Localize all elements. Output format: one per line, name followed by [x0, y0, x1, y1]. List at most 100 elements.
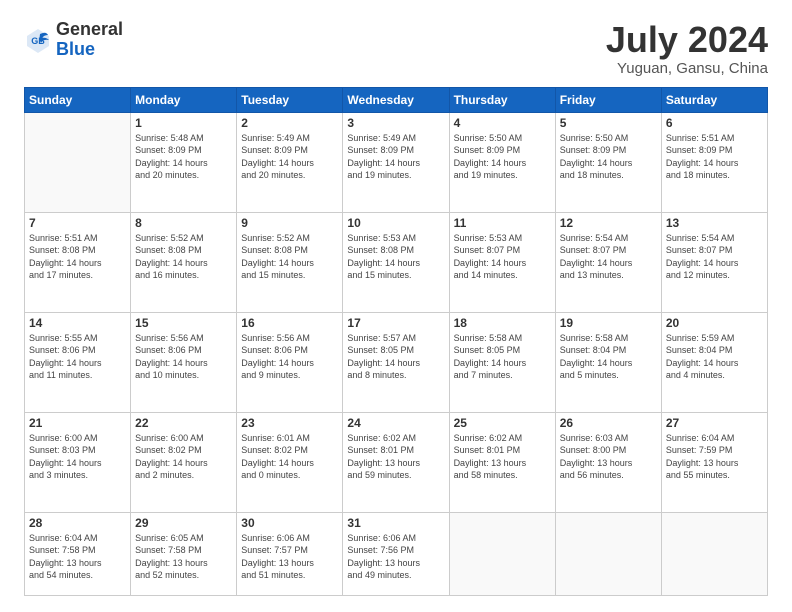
week-row-4: 28 Sunrise: 6:04 AM Sunset: 7:58 PM Dayli…: [25, 512, 768, 595]
cell-3-6: 27 Sunrise: 6:04 AM Sunset: 7:59 PM Dayli…: [661, 412, 767, 512]
day-info: Sunrise: 5:52 AM Sunset: 8:08 PM Dayligh…: [135, 232, 232, 282]
cell-0-5: 5 Sunrise: 5:50 AM Sunset: 8:09 PM Daylig…: [555, 112, 661, 212]
day-number: 18: [454, 316, 551, 330]
day-info: Sunrise: 6:00 AM Sunset: 8:03 PM Dayligh…: [29, 432, 126, 482]
day-number: 19: [560, 316, 657, 330]
cell-1-0: 7Sunrise: 5:51 AM Sunset: 8:08 PM Daylig…: [25, 212, 131, 312]
cell-3-3: 24Sunrise: 6:02 AM Sunset: 8:01 PM Dayli…: [343, 412, 449, 512]
day-info: Sunrise: 5:50 AM Sunset: 8:09 PM Dayligh…: [560, 132, 657, 182]
day-info: Sunrise: 6:01 AM Sunset: 8:02 PM Dayligh…: [241, 432, 338, 482]
cell-0-2: 2 Sunrise: 5:49 AM Sunset: 8:09 PM Daylig…: [237, 112, 343, 212]
cell-2-4: 18Sunrise: 5:58 AM Sunset: 8:05 PM Dayli…: [449, 312, 555, 412]
day-number: 16: [241, 316, 338, 330]
logo-general-text: General: [56, 19, 123, 39]
cell-1-5: 12 Sunrise: 5:54 AM Sunset: 8:07 PM Dayli…: [555, 212, 661, 312]
day-number: 12: [560, 216, 657, 230]
col-sunday: Sunday: [25, 87, 131, 112]
cell-3-1: 22Sunrise: 6:00 AM Sunset: 8:02 PM Dayli…: [131, 412, 237, 512]
day-info: Sunrise: 5:55 AM Sunset: 8:06 PM Dayligh…: [29, 332, 126, 382]
day-info: Sunrise: 5:59 AM Sunset: 8:04 PM Dayligh…: [666, 332, 763, 382]
svg-text:GB: GB: [31, 36, 45, 46]
week-row-0: 1 Sunrise: 5:48 AM Sunset: 8:09 PM Daylig…: [25, 112, 768, 212]
cell-4-6: [661, 512, 767, 595]
cell-0-4: 4Sunrise: 5:50 AM Sunset: 8:09 PM Daylig…: [449, 112, 555, 212]
day-number: 15: [135, 316, 232, 330]
day-number: 31: [347, 516, 444, 530]
col-monday: Monday: [131, 87, 237, 112]
day-number: 5: [560, 116, 657, 130]
day-number: 14: [29, 316, 126, 330]
logo-blue-text: Blue: [56, 39, 95, 59]
day-number: 23: [241, 416, 338, 430]
cell-0-0: [25, 112, 131, 212]
day-info: Sunrise: 6:03 AM Sunset: 8:00 PM Dayligh…: [560, 432, 657, 482]
week-row-2: 14 Sunrise: 5:55 AM Sunset: 8:06 PM Dayli…: [25, 312, 768, 412]
cell-0-3: 3 Sunrise: 5:49 AM Sunset: 8:09 PM Daylig…: [343, 112, 449, 212]
day-info: Sunrise: 6:06 AM Sunset: 7:57 PM Dayligh…: [241, 532, 338, 582]
logo-text: General Blue: [56, 20, 123, 60]
cell-4-5: [555, 512, 661, 595]
day-number: 3: [347, 116, 444, 130]
col-tuesday: Tuesday: [237, 87, 343, 112]
page: GB General Blue July 2024 Yuguan, Gansu,…: [0, 0, 792, 612]
day-number: 2: [241, 116, 338, 130]
col-thursday: Thursday: [449, 87, 555, 112]
day-number: 11: [454, 216, 551, 230]
day-number: 7: [29, 216, 126, 230]
day-info: Sunrise: 5:53 AM Sunset: 8:07 PM Dayligh…: [454, 232, 551, 282]
day-number: 1: [135, 116, 232, 130]
cell-2-3: 17Sunrise: 5:57 AM Sunset: 8:05 PM Dayli…: [343, 312, 449, 412]
cell-1-3: 10Sunrise: 5:53 AM Sunset: 8:08 PM Dayli…: [343, 212, 449, 312]
day-number: 6: [666, 116, 763, 130]
day-number: 13: [666, 216, 763, 230]
week-row-1: 7Sunrise: 5:51 AM Sunset: 8:08 PM Daylig…: [25, 212, 768, 312]
cell-1-6: 13Sunrise: 5:54 AM Sunset: 8:07 PM Dayli…: [661, 212, 767, 312]
day-number: 21: [29, 416, 126, 430]
cell-1-1: 8 Sunrise: 5:52 AM Sunset: 8:08 PM Daylig…: [131, 212, 237, 312]
day-number: 24: [347, 416, 444, 430]
cell-0-6: 6Sunrise: 5:51 AM Sunset: 8:09 PM Daylig…: [661, 112, 767, 212]
cell-2-5: 19Sunrise: 5:58 AM Sunset: 8:04 PM Dayli…: [555, 312, 661, 412]
day-number: 28: [29, 516, 126, 530]
cell-1-4: 11 Sunrise: 5:53 AM Sunset: 8:07 PM Dayli…: [449, 212, 555, 312]
header: GB General Blue July 2024 Yuguan, Gansu,…: [24, 20, 768, 77]
day-info: Sunrise: 5:49 AM Sunset: 8:09 PM Dayligh…: [241, 132, 338, 182]
cell-4-3: 31Sunrise: 6:06 AM Sunset: 7:56 PM Dayli…: [343, 512, 449, 595]
day-number: 9: [241, 216, 338, 230]
day-number: 27: [666, 416, 763, 430]
day-info: Sunrise: 6:02 AM Sunset: 8:01 PM Dayligh…: [454, 432, 551, 482]
cell-4-2: 30Sunrise: 6:06 AM Sunset: 7:57 PM Dayli…: [237, 512, 343, 595]
day-info: Sunrise: 5:52 AM Sunset: 8:08 PM Dayligh…: [241, 232, 338, 282]
day-info: Sunrise: 6:00 AM Sunset: 8:02 PM Dayligh…: [135, 432, 232, 482]
cell-2-0: 14 Sunrise: 5:55 AM Sunset: 8:06 PM Dayli…: [25, 312, 131, 412]
day-info: Sunrise: 5:48 AM Sunset: 8:09 PM Dayligh…: [135, 132, 232, 182]
cell-3-4: 25Sunrise: 6:02 AM Sunset: 8:01 PM Dayli…: [449, 412, 555, 512]
cell-3-5: 26Sunrise: 6:03 AM Sunset: 8:00 PM Dayli…: [555, 412, 661, 512]
day-info: Sunrise: 5:49 AM Sunset: 8:09 PM Dayligh…: [347, 132, 444, 182]
day-number: 8: [135, 216, 232, 230]
cell-2-6: 20 Sunrise: 5:59 AM Sunset: 8:04 PM Dayli…: [661, 312, 767, 412]
day-info: Sunrise: 6:05 AM Sunset: 7:58 PM Dayligh…: [135, 532, 232, 582]
calendar-table: Sunday Monday Tuesday Wednesday Thursday…: [24, 87, 768, 596]
day-info: Sunrise: 6:04 AM Sunset: 7:59 PM Dayligh…: [666, 432, 763, 482]
cell-1-2: 9 Sunrise: 5:52 AM Sunset: 8:08 PM Daylig…: [237, 212, 343, 312]
cell-3-2: 23 Sunrise: 6:01 AM Sunset: 8:02 PM Dayli…: [237, 412, 343, 512]
cell-0-1: 1 Sunrise: 5:48 AM Sunset: 8:09 PM Daylig…: [131, 112, 237, 212]
day-info: Sunrise: 5:57 AM Sunset: 8:05 PM Dayligh…: [347, 332, 444, 382]
col-friday: Friday: [555, 87, 661, 112]
header-row: Sunday Monday Tuesday Wednesday Thursday…: [25, 87, 768, 112]
day-number: 29: [135, 516, 232, 530]
day-info: Sunrise: 5:53 AM Sunset: 8:08 PM Dayligh…: [347, 232, 444, 282]
week-row-3: 21 Sunrise: 6:00 AM Sunset: 8:03 PM Dayli…: [25, 412, 768, 512]
day-info: Sunrise: 5:54 AM Sunset: 8:07 PM Dayligh…: [560, 232, 657, 282]
day-info: Sunrise: 6:04 AM Sunset: 7:58 PM Dayligh…: [29, 532, 126, 582]
title-area: July 2024 Yuguan, Gansu, China: [606, 20, 768, 77]
month-title: July 2024: [606, 20, 768, 60]
cell-4-0: 28 Sunrise: 6:04 AM Sunset: 7:58 PM Dayli…: [25, 512, 131, 595]
day-info: Sunrise: 5:50 AM Sunset: 8:09 PM Dayligh…: [454, 132, 551, 182]
cell-3-0: 21 Sunrise: 6:00 AM Sunset: 8:03 PM Dayli…: [25, 412, 131, 512]
col-wednesday: Wednesday: [343, 87, 449, 112]
day-number: 20: [666, 316, 763, 330]
day-info: Sunrise: 5:56 AM Sunset: 8:06 PM Dayligh…: [241, 332, 338, 382]
cell-4-4: [449, 512, 555, 595]
